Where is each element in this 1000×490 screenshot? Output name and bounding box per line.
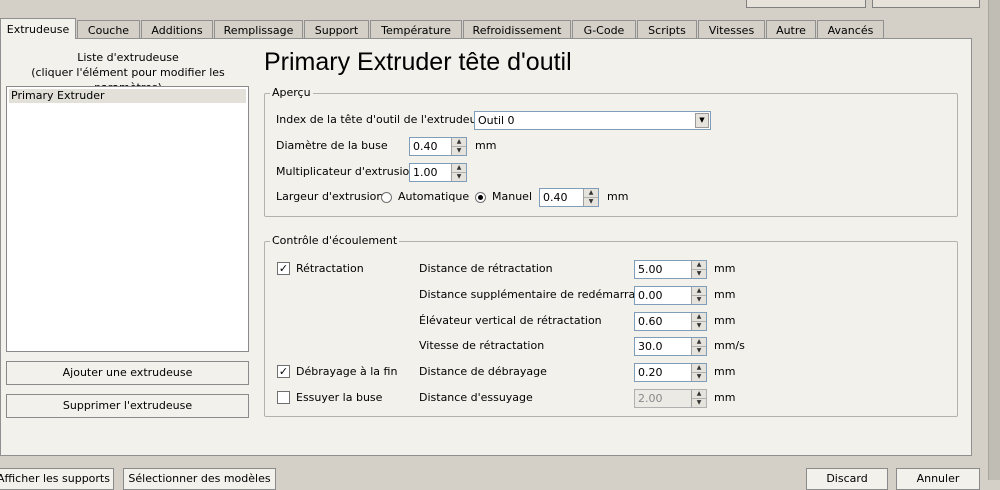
extruder-list-title-line1: Liste d'extrudeuse [77, 51, 179, 64]
radio-manuel[interactable] [475, 192, 486, 203]
extrusion-width-value: 0.40 [543, 191, 568, 204]
tab-extrudeuse[interactable]: Extrudeuse [0, 18, 76, 39]
spin-arrows-icon[interactable]: ▲ ▼ [451, 138, 466, 155]
retraction-speed-value: 30.0 [638, 340, 663, 353]
retraction-distance-spinbox[interactable]: 5.00 ▲ ▼ [634, 260, 707, 279]
spin-arrows-icon[interactable]: ▲ ▼ [583, 189, 598, 206]
extrusion-width-spinbox[interactable]: 0.40 ▲ ▼ [539, 188, 599, 207]
coast-label: Débrayage à la fin [296, 365, 398, 378]
wipe-checkbox[interactable] [277, 391, 290, 404]
tab-avances[interactable]: Avancés [817, 20, 884, 39]
tab-refroidissement[interactable]: Refroidissement [463, 20, 571, 39]
extra-restart-distance-unit: mm [714, 288, 736, 301]
retraction-distance-unit: mm [714, 262, 736, 275]
tab-additions[interactable]: Additions [141, 20, 213, 39]
tab-scripts[interactable]: Scripts [637, 20, 697, 39]
extrusion-multiplier-value: 1.00 [413, 166, 438, 179]
select-models-button[interactable]: Sélectionner des modèles [123, 468, 276, 490]
window-top-strip [0, 0, 1000, 14]
side-strip [988, 0, 1000, 480]
retraction-label: Rétractation [296, 262, 364, 275]
add-extruder-button[interactable]: Ajouter une extrudeuse [6, 361, 249, 385]
extra-restart-distance-spinbox[interactable]: 0.00 ▲ ▼ [634, 286, 707, 305]
spin-arrows-icon[interactable]: ▲ ▼ [691, 287, 706, 304]
nozzle-diameter-spinbox[interactable]: 0.40 ▲ ▼ [409, 137, 467, 156]
vertical-lift-spinbox[interactable]: 0.60 ▲ ▼ [634, 312, 707, 331]
nozzle-diameter-value: 0.40 [413, 140, 438, 153]
tab-support[interactable]: Support [304, 20, 369, 39]
extrusion-multiplier-label: Multiplicateur d'extrusion [276, 165, 417, 178]
retraction-distance-label: Distance de rétractation [419, 262, 553, 275]
automatique-label: Automatique [398, 190, 470, 203]
coast-distance-unit: mm [714, 365, 736, 378]
remove-extruder-button[interactable]: Supprimer l'extrudeuse [6, 394, 249, 418]
nozzle-diameter-unit: mm [475, 139, 497, 152]
wipe-label: Essuyer la buse [296, 391, 383, 404]
list-item[interactable]: Primary Extruder [9, 89, 246, 103]
discard-button[interactable]: Discard [806, 468, 888, 490]
tab-remplissage[interactable]: Remplissage [214, 20, 303, 39]
spin-arrows-icon[interactable]: ▲ ▼ [691, 390, 706, 407]
flow-control-legend: Contrôle d'écoulement [270, 234, 400, 247]
extrusion-multiplier-spinbox[interactable]: 1.00 ▲ ▼ [409, 163, 467, 182]
top-button-left[interactable] [746, 0, 866, 8]
spin-arrows-icon[interactable]: ▲ ▼ [691, 364, 706, 381]
show-supports-button[interactable]: Afficher les supports [0, 468, 114, 490]
overview-legend: Aperçu [270, 86, 313, 99]
spin-arrows-icon[interactable]: ▲ ▼ [691, 338, 706, 355]
radio-automatique[interactable] [381, 192, 392, 203]
retraction-checkbox[interactable]: ✓ [277, 262, 290, 275]
extra-restart-distance-value: 0.00 [638, 289, 663, 302]
retraction-speed-unit: mm/s [714, 339, 745, 352]
extruder-list[interactable]: Primary Extruder [6, 86, 249, 352]
tab-couche[interactable]: Couche [77, 20, 140, 39]
wipe-distance-spinbox[interactable]: 2.00 ▲ ▼ [634, 389, 707, 408]
tab-vitesses[interactable]: Vitesses [698, 20, 765, 39]
vertical-lift-unit: mm [714, 314, 736, 327]
manuel-label: Manuel [492, 190, 532, 203]
coast-distance-label: Distance de débrayage [419, 365, 547, 378]
radio-selected-dot [478, 195, 483, 200]
wipe-distance-value: 2.00 [638, 392, 663, 405]
page-title: Primary Extruder tête d'outil [264, 48, 572, 76]
spin-arrows-icon[interactable]: ▲ ▼ [451, 164, 466, 181]
wipe-distance-label: Distance d'essuyage [419, 391, 533, 404]
tab-temperature[interactable]: Température [370, 20, 462, 39]
retraction-distance-value: 5.00 [638, 263, 663, 276]
vertical-lift-label: Élévateur vertical de rétractation [419, 314, 602, 327]
nozzle-diameter-label: Diamètre de la buse [276, 139, 388, 152]
tab-gcode[interactable]: G-Code [572, 20, 636, 39]
tool-index-select[interactable]: Outil 0 ▼ [474, 111, 711, 130]
extrusion-width-label: Largeur d'extrusion [276, 190, 384, 203]
cancel-button[interactable]: Annuler [896, 468, 980, 490]
spin-arrows-icon[interactable]: ▲ ▼ [691, 313, 706, 330]
retraction-speed-spinbox[interactable]: 30.0 ▲ ▼ [634, 337, 707, 356]
tool-index-value: Outil 0 [478, 114, 515, 127]
top-button-right[interactable] [872, 0, 980, 8]
chevron-down-icon[interactable]: ▼ [695, 113, 709, 128]
wipe-distance-unit: mm [714, 391, 736, 404]
tool-index-label: Index de la tête d'outil de l'extrudeuse [276, 113, 490, 126]
retraction-speed-label: Vitesse de rétractation [419, 339, 545, 352]
coast-distance-spinbox[interactable]: 0.20 ▲ ▼ [634, 363, 707, 382]
extrusion-width-unit: mm [607, 190, 629, 203]
coast-checkbox[interactable]: ✓ [277, 365, 290, 378]
vertical-lift-value: 0.60 [638, 315, 663, 328]
extra-restart-distance-label: Distance supplémentaire de redémarrage [419, 288, 650, 301]
tab-autre[interactable]: Autre [766, 20, 816, 39]
spin-arrows-icon[interactable]: ▲ ▼ [691, 261, 706, 278]
coast-distance-value: 0.20 [638, 366, 663, 379]
